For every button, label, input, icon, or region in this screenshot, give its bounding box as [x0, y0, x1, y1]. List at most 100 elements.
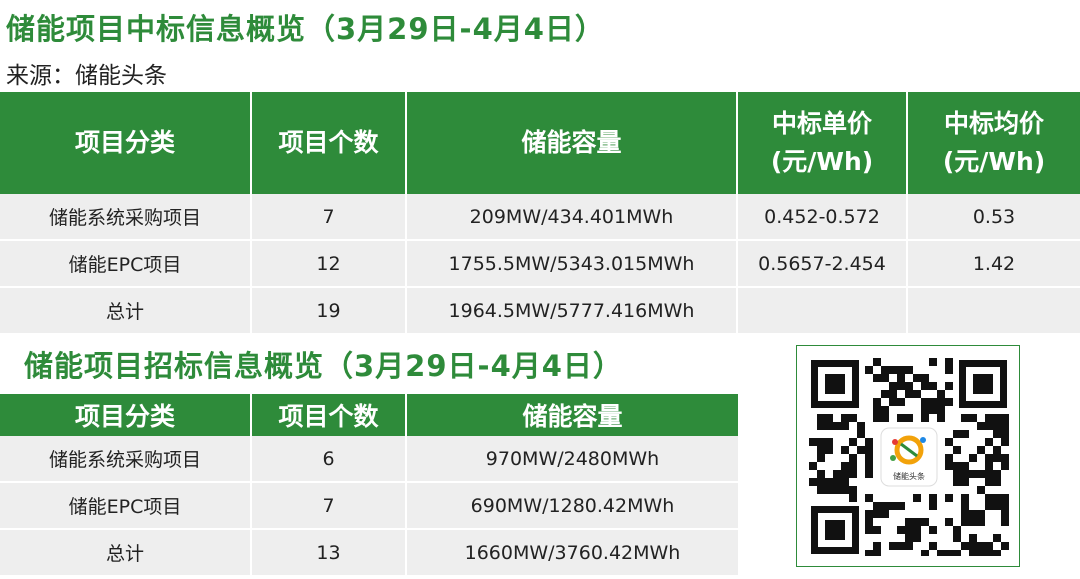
qr-module	[921, 550, 929, 556]
qr-module	[953, 446, 961, 454]
qr-module	[897, 542, 905, 550]
qr-module	[937, 398, 945, 406]
cell-category: 储能EPC项目	[0, 240, 251, 288]
qr-module	[825, 422, 833, 430]
qr-module	[977, 550, 985, 556]
qr-module	[937, 390, 945, 398]
qr-module	[929, 382, 937, 390]
qr-module	[993, 422, 1001, 430]
qr-module	[881, 414, 889, 422]
header-avg-price: 中标均价 (元/Wh)	[906, 92, 1080, 194]
qr-module	[889, 502, 897, 510]
qr-module	[817, 454, 825, 462]
qr-module	[977, 486, 985, 494]
qr-module	[809, 462, 817, 470]
cell-capacity: 970MW/2480MWh	[405, 436, 738, 483]
qr-module	[849, 462, 857, 470]
qr-finder-pattern	[811, 506, 859, 554]
qr-module	[873, 542, 881, 550]
qr-module	[985, 422, 993, 430]
qr-module	[809, 438, 817, 446]
qr-module	[921, 406, 929, 414]
qr-module	[993, 550, 1001, 556]
qr-module	[945, 358, 953, 366]
cell-count: 7	[250, 482, 406, 530]
cell-category: 储能系统采购项目	[0, 194, 251, 241]
qr-module	[897, 382, 905, 390]
brand-logo-icon: 储能头条	[880, 427, 938, 487]
qr-module	[857, 422, 865, 430]
qr-module	[961, 470, 969, 478]
table-row-total: 总计 13 1660MW/3760.42MWh	[0, 529, 738, 577]
qr-module	[953, 430, 961, 438]
qr-module	[865, 550, 873, 556]
qr-module	[873, 406, 881, 414]
qr-module	[985, 502, 993, 510]
qr-module	[849, 494, 857, 502]
qr-module	[961, 478, 969, 486]
qr-module	[857, 430, 865, 438]
header-count: 项目个数	[250, 92, 406, 194]
qr-module	[873, 398, 881, 406]
qr-module	[945, 454, 953, 462]
qr-module	[841, 462, 849, 470]
qr-module	[897, 502, 905, 510]
qr-code-icon: 储能头条	[809, 358, 1009, 556]
table-row: 储能EPC项目 7 690MW/1280.42MWh	[0, 482, 738, 530]
qr-module	[817, 470, 825, 478]
qr-module	[953, 526, 961, 534]
source-label: 来源：储能头条	[6, 63, 167, 89]
qr-module	[985, 462, 993, 470]
qr-module	[889, 398, 897, 406]
qr-module	[849, 454, 857, 462]
qr-finder-pattern	[811, 360, 859, 408]
cell-count: 6	[250, 436, 406, 483]
cell-category: 储能EPC项目	[0, 482, 251, 530]
cell-category: 总计	[0, 529, 251, 577]
qr-module	[977, 470, 985, 478]
qr-code-panel: 储能头条	[796, 345, 1020, 567]
qr-module	[817, 422, 825, 430]
qr-module	[913, 526, 921, 534]
cell-capacity: 209MW/434.401MWh	[405, 194, 737, 241]
qr-module	[969, 510, 977, 518]
qr-module	[881, 390, 889, 398]
qr-module	[921, 398, 929, 406]
qr-module	[881, 502, 889, 510]
qr-module	[889, 366, 897, 374]
qr-module	[841, 446, 849, 454]
qr-module	[977, 510, 985, 518]
qr-module	[929, 406, 937, 414]
page-title: 储能项目中标信息概览（3月29日-4月4日）	[6, 12, 605, 46]
header-count: 项目个数	[250, 394, 406, 436]
header-unit-price-line2: (元/Wh)	[770, 147, 874, 176]
qr-module	[865, 366, 873, 374]
qr-module	[817, 486, 825, 494]
qr-module	[849, 486, 857, 494]
qr-module	[833, 486, 841, 494]
qr-module	[905, 518, 913, 526]
qr-module	[953, 470, 961, 478]
qr-module	[1001, 518, 1009, 526]
qr-module	[937, 414, 945, 422]
cell-count: 12	[250, 240, 406, 288]
qr-module	[977, 518, 985, 526]
qr-module	[913, 518, 921, 526]
qr-module	[825, 438, 833, 446]
qr-module	[841, 422, 849, 430]
qr-module	[825, 478, 833, 486]
qr-module	[905, 414, 913, 422]
qr-module	[929, 358, 937, 366]
cell-unit-price: 0.452-0.572	[736, 194, 907, 241]
qr-module	[849, 438, 857, 446]
cell-count: 13	[250, 529, 406, 577]
qr-module	[897, 398, 905, 406]
qr-module	[865, 446, 873, 454]
tender-table: 项目分类 项目个数 储能容量 储能系统采购项目 6 970MW/2480MWh …	[0, 394, 738, 577]
qr-module	[985, 470, 993, 478]
qr-module	[865, 518, 873, 526]
table-header-row: 项目分类 项目个数 储能容量	[0, 394, 738, 436]
qr-module	[929, 398, 937, 406]
qr-module	[985, 550, 993, 556]
qr-module	[945, 366, 953, 374]
